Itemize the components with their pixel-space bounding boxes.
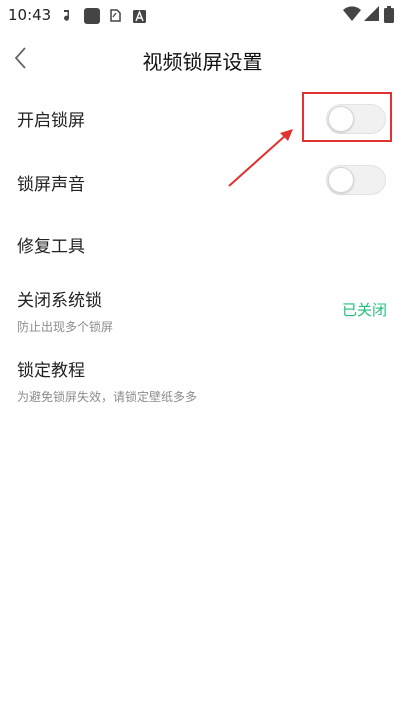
annotation-arrow xyxy=(228,129,293,187)
